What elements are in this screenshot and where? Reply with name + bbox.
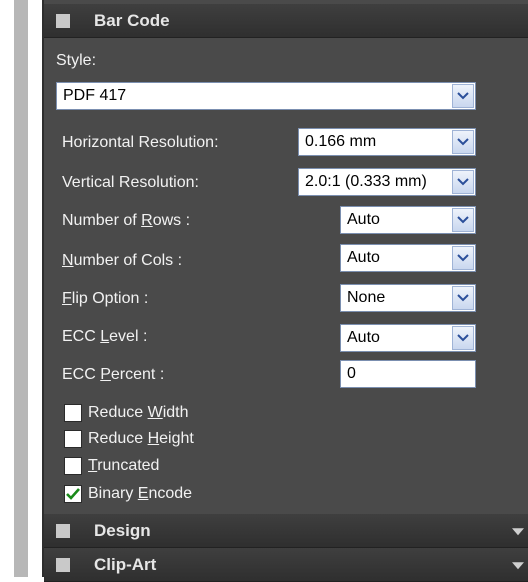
properties-panel: Bar Code Style: PDF 417 Horizontal Resol… — [42, 0, 528, 582]
number-of-rows-select[interactable]: Auto — [340, 206, 476, 234]
reduce-height-checkbox[interactable] — [64, 430, 82, 448]
ecc-level-select[interactable]: Auto — [340, 324, 476, 352]
truncated-label: Truncated — [88, 457, 160, 474]
checkmark-icon — [66, 488, 80, 500]
flip-option-dropdown-button[interactable] — [452, 286, 474, 310]
chevron-down-icon — [457, 178, 469, 186]
left-margin — [0, 0, 14, 577]
number-of-rows-label: Number of Rows : — [62, 212, 191, 229]
number-of-cols-value: Auto — [347, 249, 380, 266]
ecc-percent-label: ECC Percent : — [62, 366, 165, 383]
ecc-level-label: ECC Level : — [62, 328, 148, 345]
section-square-icon — [56, 13, 70, 28]
flip-option-select[interactable]: None — [340, 284, 476, 312]
chevron-down-icon — [512, 561, 524, 569]
ecc-level-dropdown-button[interactable] — [452, 326, 474, 350]
number-of-rows-value: Auto — [347, 211, 380, 228]
left-rail — [14, 0, 28, 577]
number-of-cols-label: Number of Cols : — [62, 252, 183, 269]
chevron-down-icon — [512, 527, 524, 535]
number-of-cols-select[interactable]: Auto — [340, 244, 476, 272]
style-label: Style: — [56, 52, 97, 69]
section-square-icon — [56, 557, 70, 572]
chevron-down-icon — [457, 216, 469, 224]
vertical-resolution-dropdown-button[interactable] — [452, 170, 474, 194]
vertical-resolution-select[interactable]: 2.0:1 (0.333 mm) — [298, 168, 476, 196]
section-square-icon — [56, 523, 70, 538]
reduce-height-label: Reduce Height — [88, 430, 194, 447]
number-of-rows-dropdown-button[interactable] — [452, 208, 474, 232]
vertical-resolution-label: Vertical Resolution: — [62, 174, 199, 191]
vertical-resolution-value: 2.0:1 (0.333 mm) — [305, 173, 427, 190]
binary-encode-checkbox[interactable] — [64, 485, 82, 503]
chevron-down-icon — [457, 138, 469, 146]
reduce-width-label: Reduce Width — [88, 404, 189, 421]
flip-option-label: Flip Option : — [62, 290, 149, 307]
ecc-level-value: Auto — [347, 329, 380, 346]
clip-art-title: Clip-Art — [94, 554, 157, 574]
binary-encode-label: Binary Encode — [88, 485, 193, 502]
design-section-header[interactable]: Design — [44, 514, 528, 548]
number-of-cols-dropdown-button[interactable] — [452, 246, 474, 270]
chevron-down-icon — [457, 254, 469, 262]
horizontal-resolution-select[interactable]: 0.166 mm — [298, 128, 476, 156]
flip-option-value: None — [347, 289, 386, 306]
bar-code-section-header[interactable]: Bar Code — [44, 4, 528, 38]
horizontal-resolution-value: 0.166 mm — [305, 133, 377, 150]
ecc-percent-input[interactable]: 0 — [340, 360, 476, 388]
ecc-percent-value: 0 — [347, 365, 356, 382]
chevron-down-icon — [457, 334, 469, 342]
truncated-checkbox[interactable] — [64, 457, 82, 475]
chevron-down-icon — [457, 92, 469, 100]
style-dropdown-button[interactable] — [452, 84, 474, 108]
reduce-width-checkbox[interactable] — [64, 404, 82, 422]
style-select[interactable]: PDF 417 — [56, 82, 476, 110]
design-title: Design — [94, 520, 151, 540]
horizontal-resolution-label: Horizontal Resolution: — [62, 134, 219, 151]
style-value: PDF 417 — [63, 87, 127, 104]
horizontal-resolution-dropdown-button[interactable] — [452, 130, 474, 154]
left-gap — [28, 0, 42, 577]
chevron-down-icon — [457, 294, 469, 302]
bar-code-title: Bar Code — [94, 10, 170, 30]
